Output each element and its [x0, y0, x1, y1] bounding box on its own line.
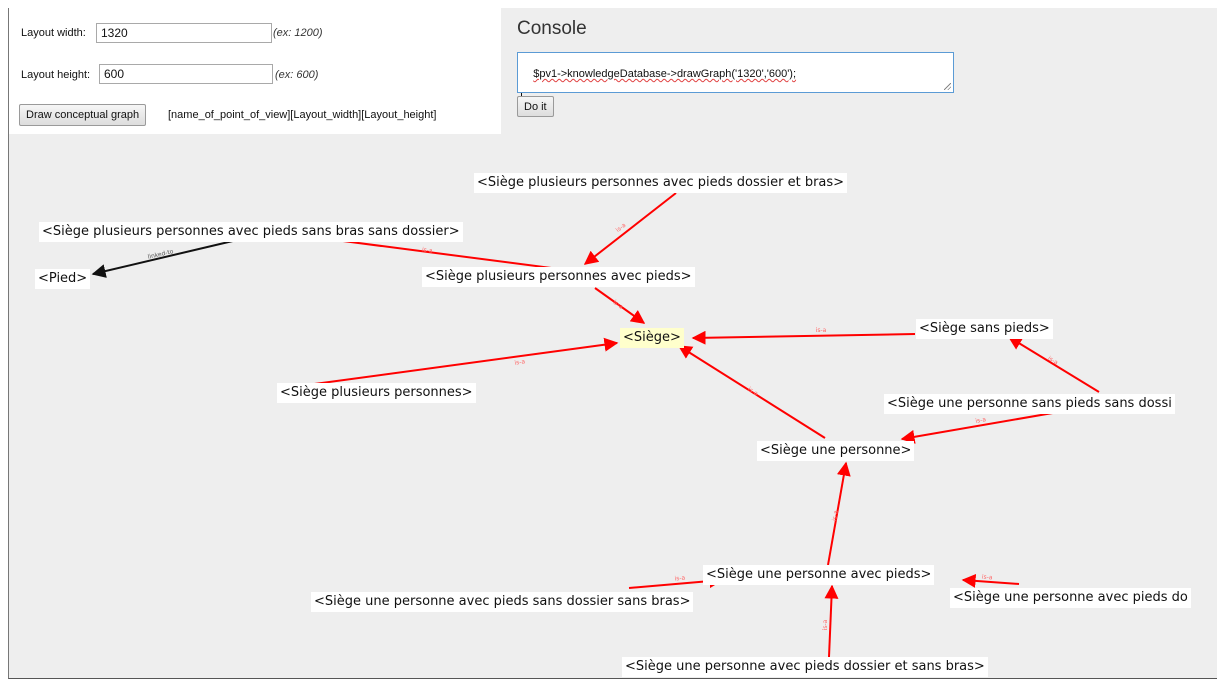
node-pied[interactable]: <Pied>: [35, 269, 91, 289]
edge-label: is-a: [1046, 355, 1059, 367]
graph-edge: [306, 337, 619, 386]
graph-edge: [691, 330, 916, 345]
node-siege-plusieurs-pieds-sans-bras-sans-dossier[interactable]: <Siège plusieurs personnes avec pieds sa…: [39, 222, 463, 242]
node-siege[interactable]: <Siège>: [620, 328, 684, 348]
node-siege-une-pieds-d[interactable]: <Siège une personne avec pieds do: [950, 588, 1191, 608]
node-siege-une-sans-pieds-sans-dossier[interactable]: <Siège une personne sans pieds sans doss…: [884, 394, 1175, 414]
node-siege-une-personne[interactable]: <Siège une personne>: [757, 441, 915, 461]
edge-label: is-a: [816, 327, 827, 334]
node-siege-plusieurs-personnes[interactable]: <Siège plusieurs personnes>: [277, 383, 476, 403]
edge-label: is-a: [514, 358, 526, 366]
graph-edges: is-ais-alinked-tois-ais-ais-ais-ais-ais-…: [91, 192, 1100, 658]
node-siege-une-pieds-sans-dossier-sans-bras[interactable]: <Siège une personne avec pieds sans doss…: [311, 592, 694, 612]
edge-label: is-a: [421, 246, 433, 254]
node-siege-plusieurs-pieds-dossier-bras[interactable]: <Siège plusieurs personnes avec pieds do…: [474, 173, 848, 193]
graph-edge: [583, 192, 677, 265]
edge-label: is-a: [822, 619, 829, 630]
edge-label: is-a: [612, 299, 625, 311]
edge-label: is-a: [674, 575, 686, 583]
edge-label: is-a: [982, 574, 994, 582]
node-siege-plusieurs-pieds[interactable]: <Siège plusieurs personnes avec pieds>: [422, 267, 695, 287]
graph-frame: Layout width: (ex: 1200) Layout height: …: [8, 8, 1217, 679]
edge-label: is-a: [831, 510, 840, 522]
node-siege-sans-pieds[interactable]: <Siège sans pieds>: [916, 319, 1053, 339]
graph-edge: [824, 584, 839, 658]
edge-label: is-a: [975, 416, 987, 425]
node-siege-une-pieds[interactable]: <Siège une personne avec pieds>: [703, 565, 935, 585]
node-siege-une-pieds-dossier-sans-bras[interactable]: <Siège une personne avec pieds dossier e…: [622, 657, 988, 677]
